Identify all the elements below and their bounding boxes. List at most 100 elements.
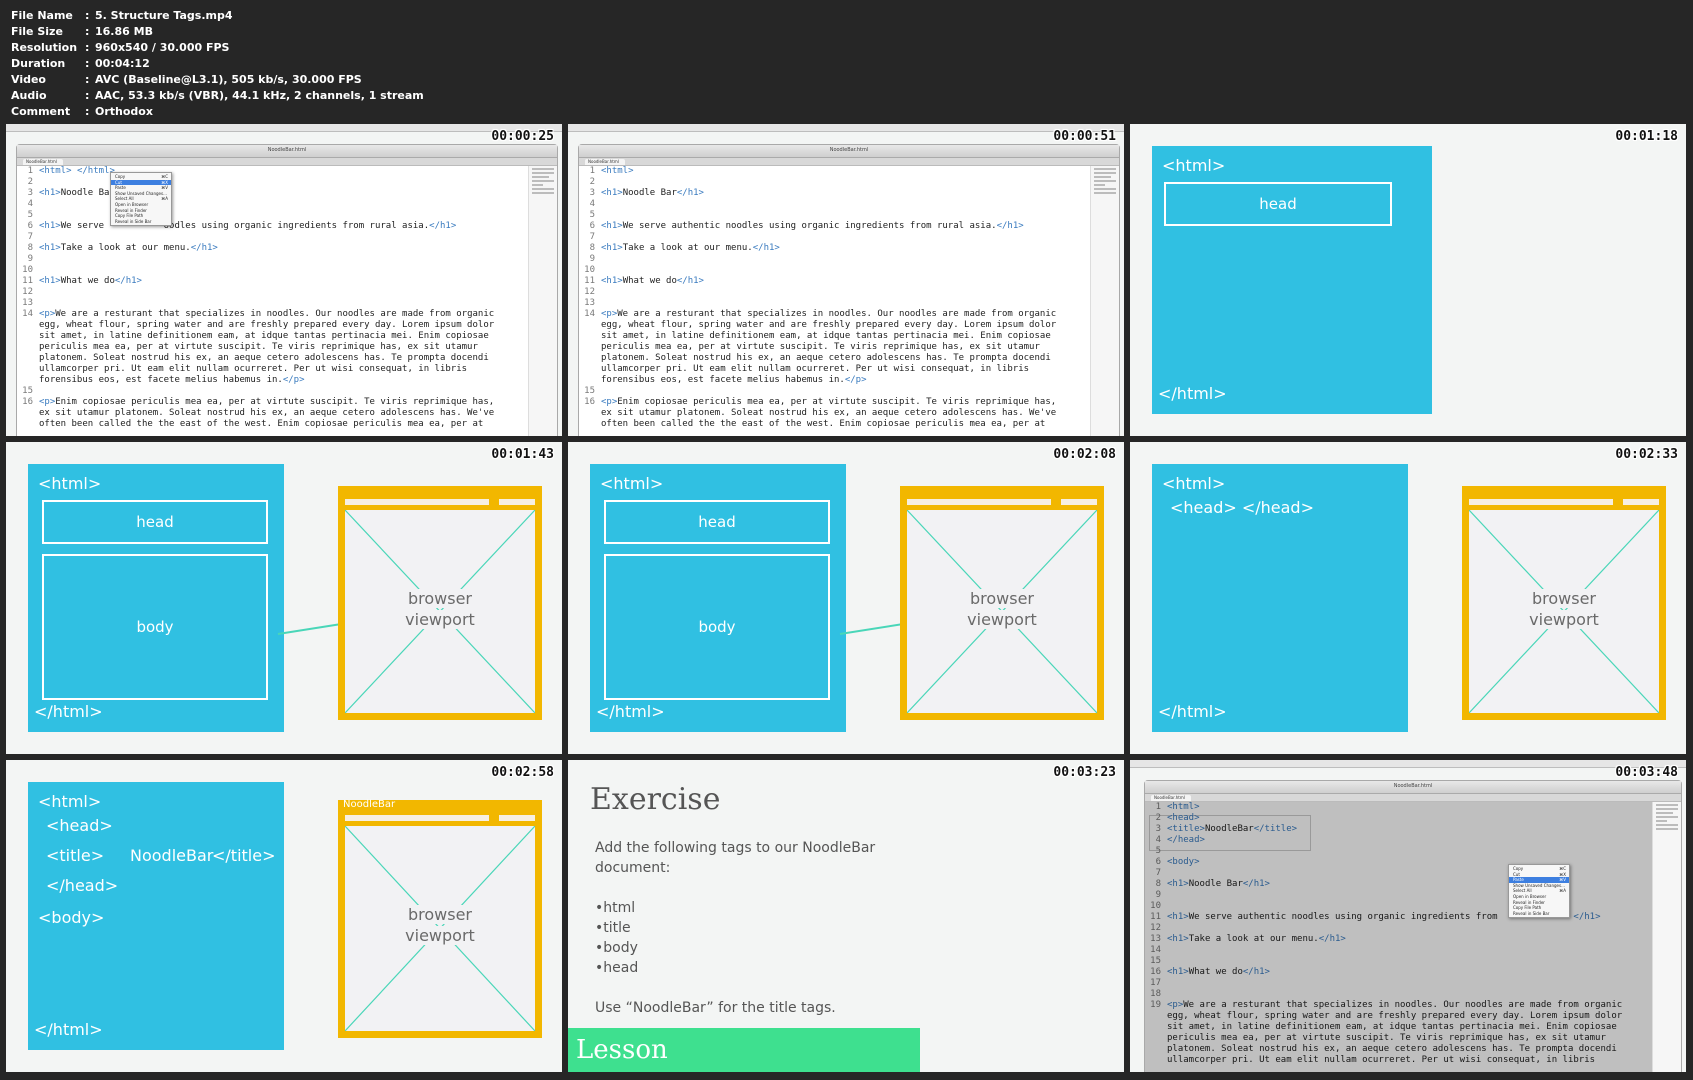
code-line[interactable]: 6 <h1>We serve oodles using organic ingre…: [17, 221, 529, 232]
head-tags-label: <head> </head>: [1170, 498, 1314, 517]
thumb-2: NoodleBar.html NoodleBar.html 1 <html> 2 3 <…: [568, 124, 1124, 436]
browser-tab-title: NoodleBar: [343, 799, 396, 810]
html-open-label: <html>: [38, 792, 102, 811]
tab-noodlebar[interactable]: NoodleBar.html: [585, 159, 625, 165]
browser-label: browser: [1527, 589, 1600, 608]
mac-menubar: [568, 124, 1124, 132]
code-line[interactable]: 4: [17, 199, 529, 210]
code-line[interactable]: 14 <p>We are a resturant that specializes…: [579, 309, 1091, 320]
sublime-editor: NoodleBar.html NoodleBar.html 1 <html> </…: [16, 144, 558, 436]
mac-menubar: [6, 124, 562, 132]
code-line[interactable]: 1 <html> </html>: [17, 166, 529, 177]
meta-row: Resolution:960x540 / 30.000 FPS: [11, 41, 230, 54]
code-line[interactable]: 2: [579, 177, 1091, 188]
list-item: •body: [595, 940, 638, 956]
code-line[interactable]: ullamcorper pri. Ut eam elit nullam ocur…: [17, 364, 529, 375]
viewport-label: viewport: [401, 926, 479, 945]
code-line[interactable]: egg, wheat flour, spring water and are f…: [579, 320, 1091, 331]
context-menu[interactable]: Copy ⌘C Cut ⌘X Paste ⌘V Show Unsaved Changes..…: [1508, 864, 1570, 919]
thumb-3: <html> head </html> 00:01:18: [1130, 124, 1686, 436]
list-item: •html: [595, 900, 636, 916]
code-line[interactable]: 11 <h1>What we do</h1>: [579, 276, 1091, 287]
code-area[interactable]: 1 <html> 2 <head> 3 <title>NoodleBar</title> 4…: [1145, 802, 1653, 1072]
browser-viewport: browser viewport: [1462, 486, 1666, 720]
menu-item[interactable]: Reveal in Side Bar: [1509, 911, 1569, 917]
html-block: <html> head body </html>: [28, 464, 284, 732]
code-line[interactable]: forensibus eos, est facete melius habemu…: [17, 375, 529, 386]
code-line[interactable]: 3 <h1>Noodle Bar</h1>: [579, 188, 1091, 199]
tab-noodlebar[interactable]: NoodleBar.html: [23, 159, 63, 165]
code-line[interactable]: 12: [17, 287, 529, 298]
code-line[interactable]: ex sit utamur platonem. Soleat nostrud h…: [17, 408, 529, 419]
context-menu[interactable]: Copy ⌘C Cut ⌘X Paste ⌘V Show Unsaved Changes..…: [110, 172, 172, 227]
minimap[interactable]: [528, 166, 557, 436]
thumb-4: <html> head body </html> browser viewport…: [6, 442, 562, 754]
menu-item[interactable]: Reveal in Side Bar: [111, 219, 171, 225]
code-line[interactable]: 7: [579, 232, 1091, 243]
code-line[interactable]: egg, wheat flour, spring water and are f…: [17, 320, 529, 331]
html-close-label: </html>: [1158, 702, 1227, 721]
code-line[interactable]: 15: [579, 386, 1091, 397]
code-line[interactable]: 9: [17, 254, 529, 265]
code-line[interactable]: ex sit utamur platonem. Soleat nostrud h…: [579, 408, 1091, 419]
code-line[interactable]: ullamcorper pri. Ut eam elit nullam ocur…: [579, 364, 1091, 375]
html-block: <html> head body </html>: [590, 464, 846, 732]
code-area[interactable]: 1 <html> </html> 2 3 <h1>Noodle Ba 4 5 6 <h1>We …: [17, 166, 529, 436]
code-line[interactable]: platonem. Soleat nostrud his ex, an aequ…: [17, 353, 529, 364]
code-line[interactable]: periculis mea ea, per at virtute suscipi…: [17, 342, 529, 353]
code-area[interactable]: 1 <html> 2 3 <h1>Noodle Bar</h1> 4 5 6 <h1>We se…: [579, 166, 1091, 436]
code-line[interactable]: 7: [17, 232, 529, 243]
code-line[interactable]: 4: [579, 199, 1091, 210]
code-line[interactable]: 16 <p>Enim copiosae periculis mea ea, per…: [17, 397, 529, 408]
head-close-label: </head>: [46, 876, 119, 895]
list-item: •title: [595, 920, 631, 936]
code-line[interactable]: often been called the the east of the we…: [17, 419, 529, 430]
code-line[interactable]: 16 <p>Enim copiosae periculis mea ea, per…: [579, 397, 1091, 408]
code-line[interactable]: 5: [17, 210, 529, 221]
exercise-list: •html •title •body •head: [595, 898, 638, 978]
timestamp: 00:03:23: [1053, 765, 1116, 780]
browser-label: browser: [403, 589, 476, 608]
timestamp: 00:01:18: [1615, 129, 1678, 144]
html-block: <html> <head> </head> </html>: [1152, 464, 1408, 732]
tab-noodlebar[interactable]: NoodleBar.html: [1151, 795, 1191, 801]
code-line[interactable]: platonem. Soleat nostrud his ex, an aequ…: [579, 353, 1091, 364]
code-line[interactable]: 12: [579, 287, 1091, 298]
minimap[interactable]: [1090, 166, 1119, 436]
file-metadata: File Name:5. Structure Tags.mp4 File Size…: [11, 8, 424, 120]
timestamp: 00:03:48: [1615, 765, 1678, 780]
sublime-editor: NoodleBar.html NoodleBar.html 1 <html> 2 3 <…: [578, 144, 1120, 436]
code-line[interactable]: 10: [579, 265, 1091, 276]
code-line[interactable]: 2: [17, 177, 529, 188]
thumb-5: <html> head body </html> browser viewport…: [568, 442, 1124, 754]
code-line[interactable]: 11 <h1>What we do</h1>: [17, 276, 529, 287]
code-line[interactable]: 9: [579, 254, 1091, 265]
code-line[interactable]: 14 <p>We are a resturant that specializes…: [17, 309, 529, 320]
code-line[interactable]: 5: [579, 210, 1091, 221]
code-line[interactable]: 1 <html>: [579, 166, 1091, 177]
code-line[interactable]: forensibus eos, est facete melius habemu…: [579, 375, 1091, 386]
timestamp: 00:00:51: [1053, 129, 1116, 144]
code-line[interactable]: periculis mea ea, per at virtute suscipi…: [579, 342, 1091, 353]
code-line[interactable]: often been called the the east of the we…: [579, 419, 1091, 430]
viewport-label: viewport: [963, 610, 1041, 629]
thumb-7: <html> <head> <title> NoodleBar </title>…: [6, 760, 562, 1072]
code-line[interactable]: 8 <h1>Take a look at our menu.</h1>: [579, 243, 1091, 254]
code-line[interactable]: 13: [579, 298, 1091, 309]
code-line[interactable]: sit amet, in latine definitionem eam, at…: [17, 331, 529, 342]
meta-row: Duration:00:04:12: [11, 57, 150, 70]
lesson-file-banner: Lesson 04/NoodleBar.html: [568, 1028, 920, 1072]
viewport-label: viewport: [1525, 610, 1603, 629]
code-line[interactable]: 8 <h1>Take a look at our menu.</h1>: [17, 243, 529, 254]
code-line[interactable]: sit amet, in latine definitionem eam, at…: [579, 331, 1091, 342]
code-line[interactable]: 15: [17, 386, 529, 397]
code-line[interactable]: 3 <h1>Noodle Ba: [17, 188, 529, 199]
code-line[interactable]: 13: [17, 298, 529, 309]
timestamp: 00:02:33: [1615, 447, 1678, 462]
html-open-label: <html>: [1162, 474, 1226, 493]
code-line[interactable]: 10: [17, 265, 529, 276]
minimap[interactable]: [1652, 802, 1681, 1072]
browser-label: browser: [403, 905, 476, 924]
code-line[interactable]: 6 <h1>We serve authentic noodles using or…: [579, 221, 1091, 232]
html-block: <html> head </html>: [1152, 146, 1432, 414]
